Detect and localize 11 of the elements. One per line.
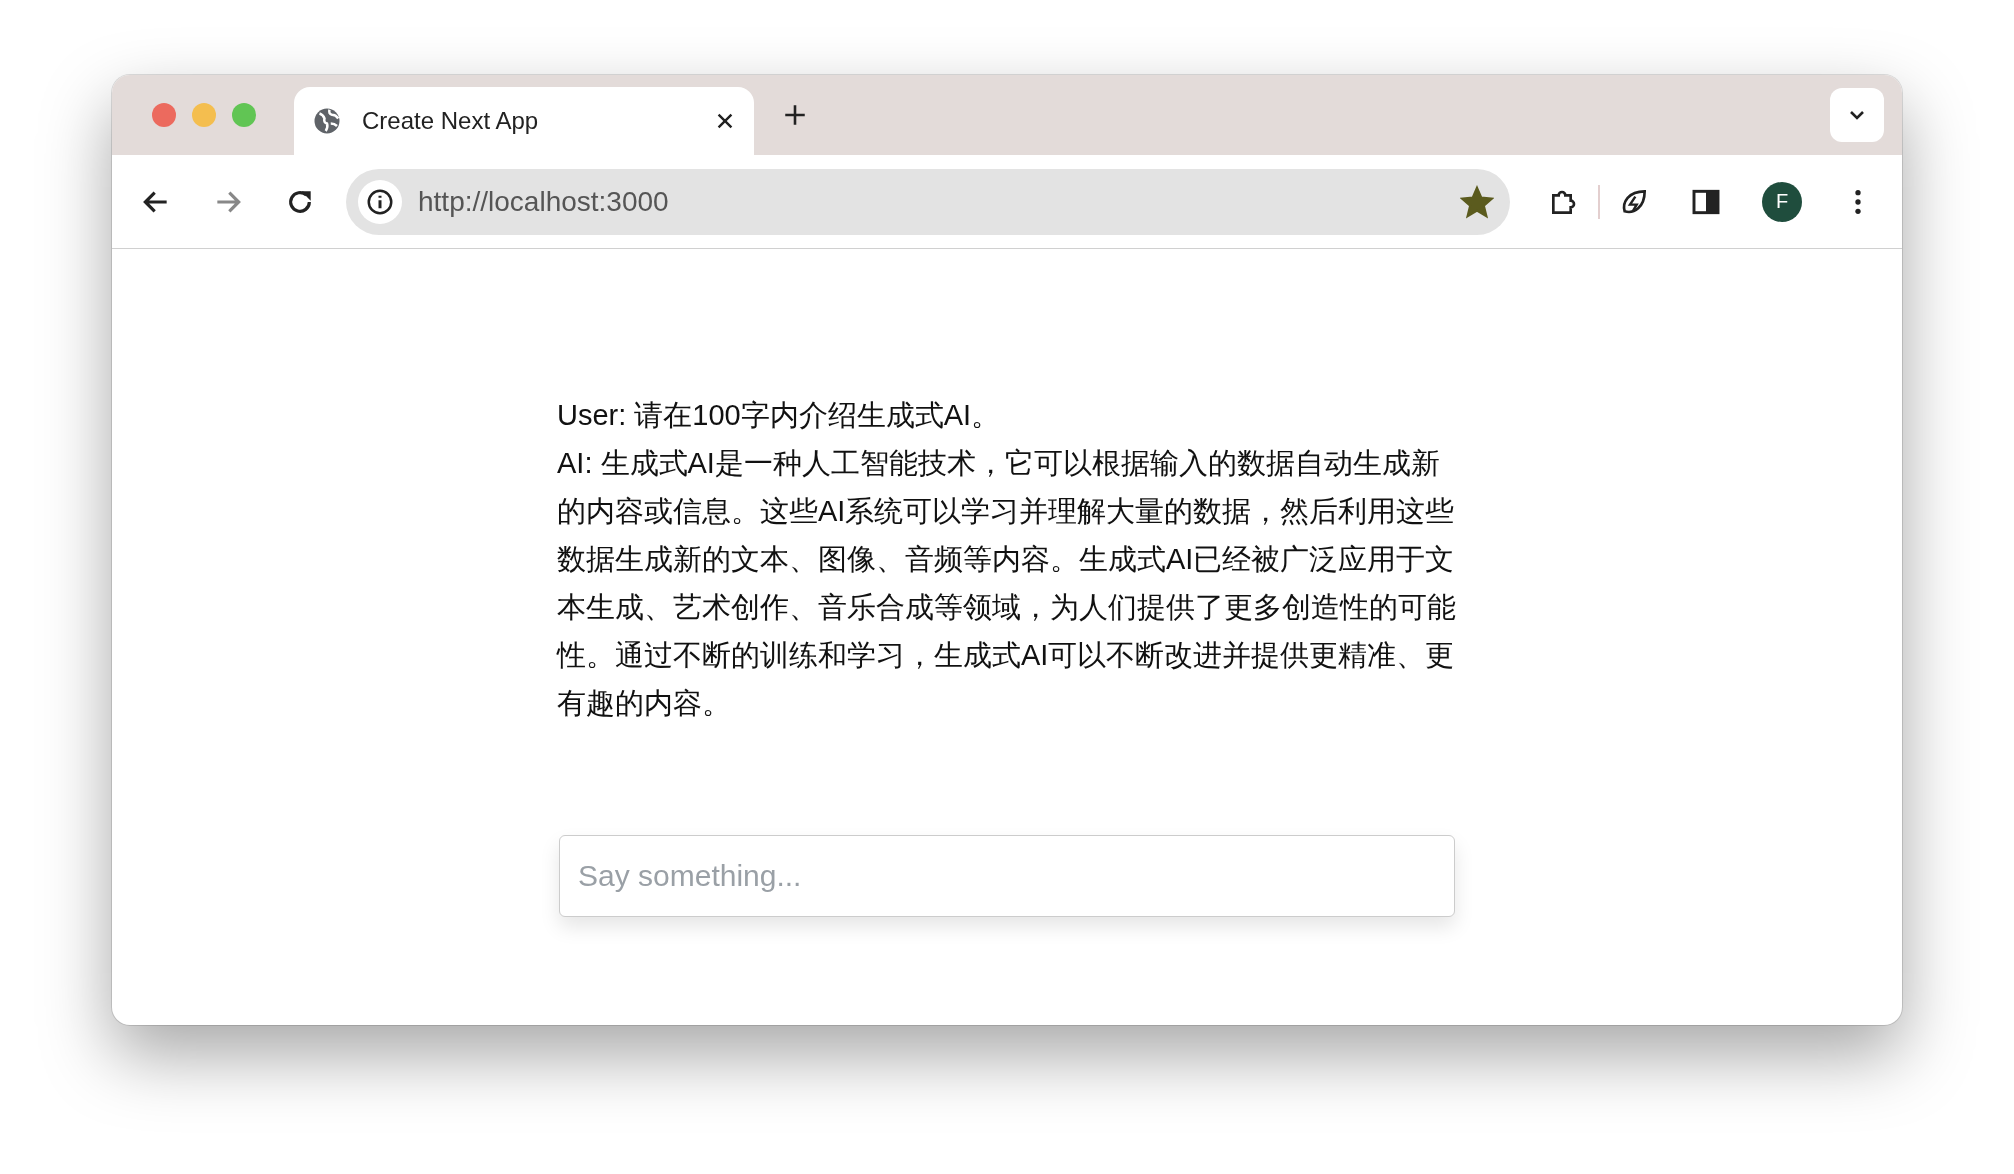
site-info-button[interactable] xyxy=(358,179,402,224)
message-input[interactable]: Say something... xyxy=(559,835,1455,917)
url-text: http://localhost:3000 xyxy=(418,185,670,218)
bookmark-star-icon[interactable] xyxy=(1460,184,1494,219)
chat-message: AI: 生成式AI是一种人工智能技术，它可以根据输入的数据自动生成新的内容或信息。这些AI系统可以学习并理解大量的数据，然后利用这些数据生成新的文本、图像、音频等内容。生成式AI已经被广泛应用于文本生成、艺术创作、音乐合成等领域，为人们提供了更多创造性的可能性。通过不断的训练和学习，生成式AI可以不断改进并提供更精准、更有趣的内容。 xyxy=(557,446,1457,721)
chat-message: User: 请在100字内介绍生成式AI。 xyxy=(557,398,1002,433)
browser-tab[interactable]: Create Next App xyxy=(294,87,754,155)
profile-avatar[interactable]: F xyxy=(1762,181,1802,222)
new-tab-icon[interactable] xyxy=(782,102,808,128)
globe-icon xyxy=(312,106,342,136)
address-bar[interactable]: http://localhost:3000 xyxy=(346,168,1510,235)
